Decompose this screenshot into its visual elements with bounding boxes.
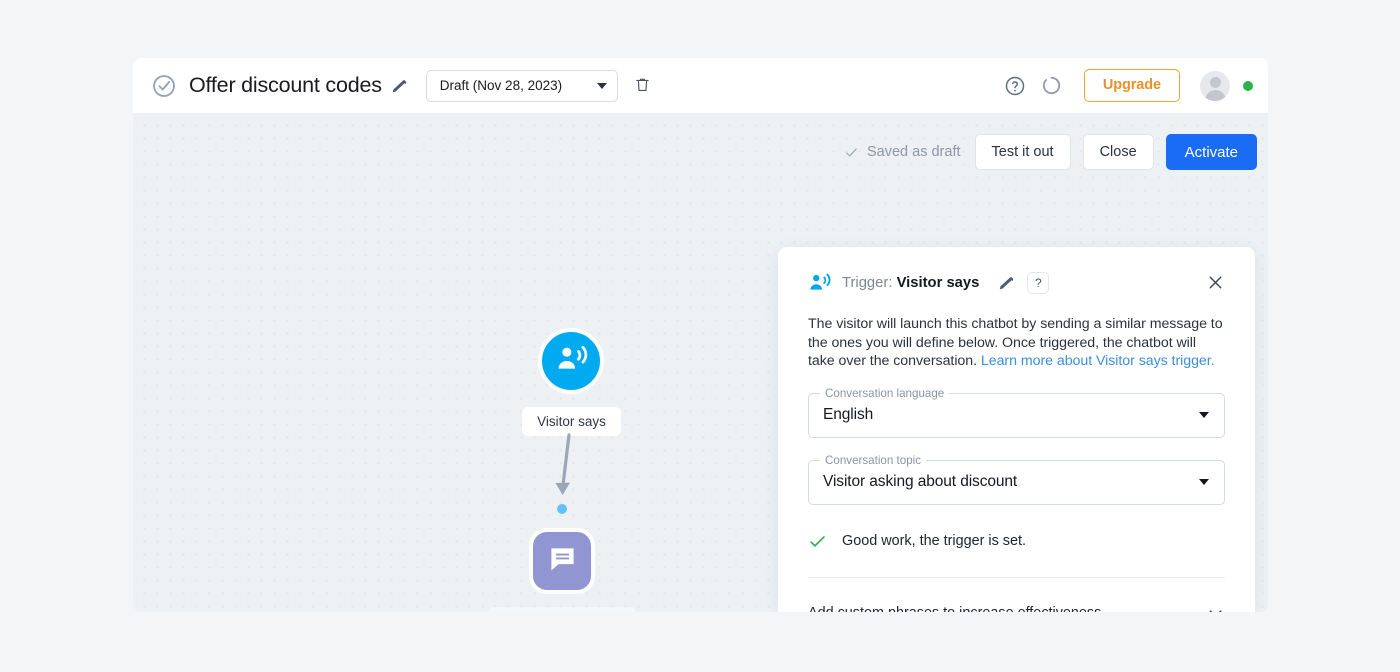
chevron-down-icon [1206, 604, 1225, 612]
add-custom-phrases-label: Add custom phrases to increase effective… [808, 605, 1206, 612]
top-bar-right-controls: Upgrade [1004, 69, 1253, 102]
close-button[interactable]: Close [1082, 134, 1154, 170]
help-chip-button[interactable]: ? [1027, 271, 1050, 294]
chevron-down-icon [1199, 479, 1209, 485]
flow-action-row: Saved as draft Test it out Close Activat… [844, 134, 1257, 170]
top-bar: Offer discount codes Draft (Nov 28, 2023… [133, 58, 1268, 113]
test-it-out-button[interactable]: Test it out [974, 134, 1071, 170]
panel-title-value: Visitor says [896, 274, 980, 291]
visitor-says-icon [555, 342, 588, 380]
check-circle-icon [151, 73, 177, 99]
avatar-head [1209, 76, 1221, 88]
conversation-language-value: English [823, 406, 874, 423]
visitor-says-icon [808, 271, 831, 294]
conversation-topic-select[interactable]: Conversation topic Visitor asking about … [808, 453, 1225, 505]
chat-message-icon [547, 543, 578, 579]
activate-button[interactable]: Activate [1165, 134, 1257, 170]
status-badge [1243, 80, 1253, 91]
avatar-body [1204, 89, 1226, 101]
chevron-down-icon [596, 82, 607, 89]
chatbot-builder-window: Offer discount codes Draft (Nov 28, 2023… [133, 58, 1268, 612]
avatar[interactable] [1200, 70, 1230, 101]
version-select[interactable]: Draft (Nov 28, 2023) [425, 69, 618, 102]
check-green-icon [808, 532, 827, 551]
pencil-icon[interactable] [998, 274, 1015, 291]
page-title: Offer discount codes [189, 73, 382, 97]
saved-status-label: Saved as draft [867, 144, 961, 160]
flow-node-label-send-a-chat-message[interactable]: Send a chat message [488, 607, 636, 612]
version-select-value: Draft (Nov 28, 2023) [439, 78, 563, 93]
flow-connector [555, 433, 571, 495]
panel-divider [808, 576, 1225, 578]
conversation-language-label: Conversation language [820, 386, 950, 400]
flow-node-label-visitor-says[interactable]: Visitor says [522, 407, 621, 436]
upgrade-button[interactable]: Upgrade [1083, 69, 1180, 102]
trigger-success-label: Good work, the trigger is set. [842, 533, 1026, 549]
flow-canvas[interactable]: Saved as draft Test it out Close Activat… [133, 113, 1268, 612]
flow-node-label-line1: Send a chat [526, 611, 598, 613]
close-icon[interactable] [1206, 273, 1225, 292]
flow-node-visitor-says[interactable] [538, 328, 604, 394]
spinner-icon[interactable] [1041, 75, 1062, 96]
panel-header: Trigger: Visitor says ? [808, 247, 1225, 294]
panel-title-prefix: Trigger: [842, 274, 893, 291]
conversation-topic-value: Visitor asking about discount [823, 473, 1018, 490]
trigger-settings-panel: Trigger: Visitor says ? The visitor will… [778, 247, 1255, 612]
help-circle-icon[interactable] [1004, 75, 1026, 97]
saved-status: Saved as draft [844, 144, 961, 160]
add-custom-phrases-accordion[interactable]: Add custom phrases to increase effective… [808, 604, 1225, 612]
flow-connection-dot[interactable] [557, 504, 567, 514]
chevron-down-icon [1199, 412, 1209, 418]
conversation-language-select[interactable]: Conversation language English [808, 386, 1225, 438]
panel-title: Trigger: Visitor says [842, 275, 979, 291]
learn-more-link[interactable]: Learn more about Visitor says trigger. [981, 353, 1215, 369]
flow-node-send-a-chat-message[interactable] [529, 528, 595, 594]
trash-icon[interactable] [634, 76, 651, 95]
check-icon [844, 145, 859, 160]
trigger-success-message: Good work, the trigger is set. [808, 532, 1225, 551]
pencil-icon[interactable] [391, 77, 408, 94]
conversation-topic-label: Conversation topic [820, 453, 927, 467]
panel-description: The visitor will launch this chatbot by … [808, 315, 1225, 371]
